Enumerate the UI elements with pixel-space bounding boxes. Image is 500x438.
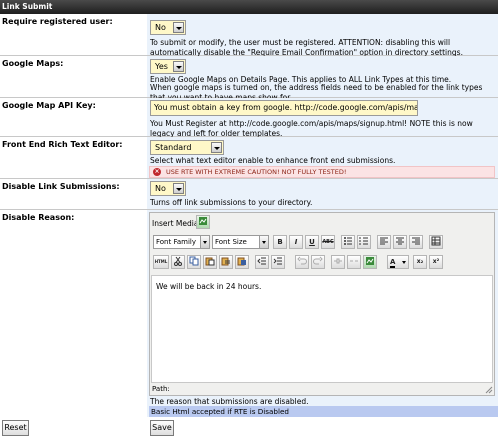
font-family-select[interactable]: Font Family [153,235,210,249]
font-color-icon[interactable]: A [387,255,409,269]
insert-media-label: Insert Media [152,219,199,228]
require-user-value: No [155,23,166,32]
html-note: Basic Html accepted if RTE is Disabled [149,406,498,417]
paste-icon[interactable] [203,255,217,269]
font-size-select[interactable]: Font Size [212,235,269,249]
require-user-select[interactable]: No [150,20,186,35]
bullet-list-icon[interactable] [341,235,355,249]
disable-links-cell: No Turns off link submissions to your di… [147,179,498,209]
paste-word-icon[interactable] [235,255,249,269]
save-button[interactable]: Save [150,420,174,436]
google-maps-select[interactable]: Yes [150,59,186,74]
google-maps-cell: Yes Enable Google Maps on Details Page. … [147,56,498,102]
api-key-label: Google Map API Key: [2,101,96,110]
rte-label: Front End Rich Text Editor: [2,140,123,149]
image-icon[interactable] [363,255,377,269]
row-api-key: Google Map API Key: You must obtain a ke… [0,98,498,138]
section-title: Link Submit [0,0,498,14]
unlink-icon[interactable] [347,255,361,269]
disable-reason-cell: Insert Media Font Family Font Size B I U… [147,210,498,417]
reset-button[interactable]: Reset [2,420,29,436]
disable-links-desc: Turns off link submissions to your direc… [150,198,313,207]
editor-content[interactable]: We will be back in 24 hours. [151,275,493,383]
disable-links-select[interactable]: No [150,181,186,196]
font-size-label: Font Size [215,238,247,246]
chevron-down-icon [173,22,184,33]
font-color-label: A [390,258,396,268]
html-button[interactable]: HTML [153,255,169,269]
table-icon[interactable] [429,235,443,249]
chevron-down-icon [211,142,222,153]
row-rte: Front End Rich Text Editor: Standard Sel… [0,137,498,179]
chevron-down-icon [259,236,268,248]
link-icon[interactable] [331,255,345,269]
indent-icon[interactable] [271,255,285,269]
chevron-down-icon [173,183,184,194]
underline-button[interactable]: U [305,235,319,249]
rte-value: Standard [155,143,192,152]
rte-select[interactable]: Standard [150,140,224,155]
numbered-list-icon[interactable] [357,235,371,249]
chevron-down-icon [200,236,209,248]
outdent-icon[interactable] [255,255,269,269]
redo-icon[interactable] [311,255,325,269]
rich-text-editor: Insert Media Font Family Font Size B I U… [149,212,495,396]
rte-desc: Select what text editor enable to enhanc… [150,156,396,165]
align-left-icon[interactable] [377,235,391,249]
rte-warning-text: USE RTE WITH EXTREME CAUTION! NOT FULLY … [166,168,347,176]
align-center-icon[interactable] [393,235,407,249]
font-family-label: Font Family [156,238,196,246]
require-user-label: Require registered user: [2,17,113,26]
editor-path: Path: [151,384,493,395]
bold-button[interactable]: B [273,235,287,249]
copy-icon[interactable] [187,255,201,269]
api-key-cell: You must obtain a key from google. http:… [147,98,498,138]
chevron-down-icon [402,261,406,264]
paste-text-icon[interactable] [219,255,233,269]
rte-warning: × USE RTE WITH EXTREME CAUTION! NOT FULL… [149,166,495,178]
disable-reason-label: Disable Reason: [2,213,75,222]
api-key-desc: You Must Register at http://code.google.… [150,119,473,138]
google-maps-value: Yes [155,62,168,71]
disable-links-label: Disable Link Submissions: [2,182,120,191]
error-icon: × [153,168,161,176]
require-user-desc: To submit or modify, the user must be re… [150,38,463,57]
row-require-user: Require registered user: No To submit or… [0,14,498,57]
row-disable-links: Disable Link Submissions: No Turns off l… [0,179,498,210]
cut-icon[interactable] [171,255,185,269]
disable-links-value: No [155,184,166,193]
rte-cell: Standard Select what text editor enable … [147,137,498,178]
superscript-icon[interactable]: x² [429,255,443,269]
italic-button[interactable]: I [289,235,303,249]
row-disable-reason: Disable Reason: Insert Media Font Family… [0,210,498,417]
chevron-down-icon [173,61,184,72]
row-google-maps: Google Maps: Yes Enable Google Maps on D… [0,56,498,102]
require-user-cell: No To submit or modify, the user must be… [147,14,498,57]
undo-icon[interactable] [295,255,309,269]
resize-grip-icon[interactable] [485,386,493,394]
subscript-icon[interactable]: x₂ [413,255,427,269]
media-icon[interactable] [196,215,210,229]
path-label: Path: [152,385,170,393]
google-maps-label: Google Maps: [2,59,64,68]
align-right-icon[interactable] [409,235,423,249]
api-key-input[interactable]: You must obtain a key from google. http:… [150,100,418,116]
strikethrough-button[interactable]: ABC [321,235,335,249]
